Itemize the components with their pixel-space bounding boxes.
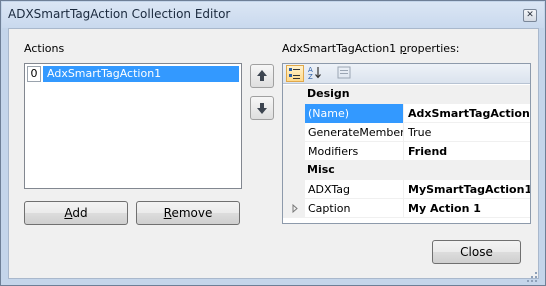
actions-listbox[interactable]: 0 AdxSmartTagAction1 [24, 63, 242, 189]
row-gutter [283, 123, 305, 142]
property-grid-toolbar: A Z [283, 64, 530, 84]
row-gutter [283, 199, 305, 218]
title-bar[interactable]: ADXSmartTagAction Collection Editor ✕ [2, 2, 544, 28]
close-button[interactable]: Close [432, 240, 521, 264]
collection-editor-window: ADXSmartTagAction Collection Editor ✕ Ac… [0, 0, 546, 286]
property-name[interactable]: ADXTag [305, 180, 404, 199]
move-down-button[interactable] [250, 96, 274, 120]
close-window-icon[interactable]: ✕ [523, 9, 537, 22]
property-grid[interactable]: A Z Design (Name) AdxSmartTagAction1 Gen… [282, 63, 531, 224]
actions-label: Actions [24, 42, 65, 55]
property-row-caption[interactable]: Caption My Action 1 [283, 199, 530, 218]
alphabetical-button[interactable]: A Z [307, 65, 325, 82]
row-gutter [283, 180, 305, 199]
property-name[interactable]: Modifiers [305, 142, 404, 161]
add-button[interactable]: Add [24, 201, 128, 225]
list-item-name[interactable]: AdxSmartTagAction1 [43, 66, 239, 82]
property-value[interactable]: My Action 1 [405, 199, 530, 218]
property-row-modifiers[interactable]: Modifiers Friend [283, 142, 530, 161]
expand-triangle-icon[interactable] [291, 204, 299, 213]
properties-label: AdxSmartTagAction1 properties: [282, 42, 460, 55]
property-rows: Design (Name) AdxSmartTagAction1 Generat… [283, 85, 530, 218]
property-value[interactable]: MySmartTagAction1 [405, 180, 530, 199]
move-up-button[interactable] [250, 64, 274, 88]
arrow-down-icon [257, 103, 267, 114]
dialog-client-area: Actions 0 AdxSmartTagAction1 Add Remove … [8, 28, 539, 279]
property-value[interactable]: AdxSmartTagAction1 [405, 104, 530, 123]
property-name[interactable]: GenerateMember [305, 123, 404, 142]
properties-label-prefix: AdxSmartTagAction1 [282, 42, 400, 55]
category-name: Design [307, 87, 350, 100]
list-item[interactable]: 0 AdxSmartTagAction1 [27, 66, 239, 82]
window-title: ADXSmartTagAction Collection Editor [8, 7, 231, 21]
property-value[interactable]: True [405, 123, 530, 142]
categorized-button[interactable] [286, 65, 304, 82]
property-pages-button[interactable] [336, 65, 354, 82]
row-gutter [283, 142, 305, 161]
resize-grip-icon[interactable] [526, 271, 538, 283]
category-name: Misc [307, 163, 335, 176]
property-row-generatemember[interactable]: GenerateMember True [283, 123, 530, 142]
add-button-label: dd [72, 206, 88, 220]
property-row-name[interactable]: (Name) AdxSmartTagAction1 [283, 104, 530, 123]
property-pages-icon [337, 66, 351, 79]
row-gutter [283, 104, 305, 123]
property-value[interactable]: Friend [405, 142, 530, 161]
properties-label-suffix: roperties: [406, 42, 460, 55]
remove-button-label: emove [171, 206, 213, 220]
property-name[interactable]: (Name) [305, 104, 404, 123]
category-misc[interactable]: Misc [283, 161, 530, 180]
categorized-icon [289, 68, 300, 79]
category-design[interactable]: Design [283, 85, 530, 104]
properties-label-access-key: p [399, 42, 407, 55]
list-item-index: 0 [27, 66, 41, 82]
arrow-up-icon [257, 70, 267, 81]
svg-text:Z: Z [308, 73, 313, 80]
alphabetical-icon: A Z [308, 66, 321, 81]
remove-button[interactable]: Remove [136, 201, 240, 225]
property-name[interactable]: Caption [305, 199, 404, 218]
property-row-adxtag[interactable]: ADXTag MySmartTagAction1 [283, 180, 530, 199]
